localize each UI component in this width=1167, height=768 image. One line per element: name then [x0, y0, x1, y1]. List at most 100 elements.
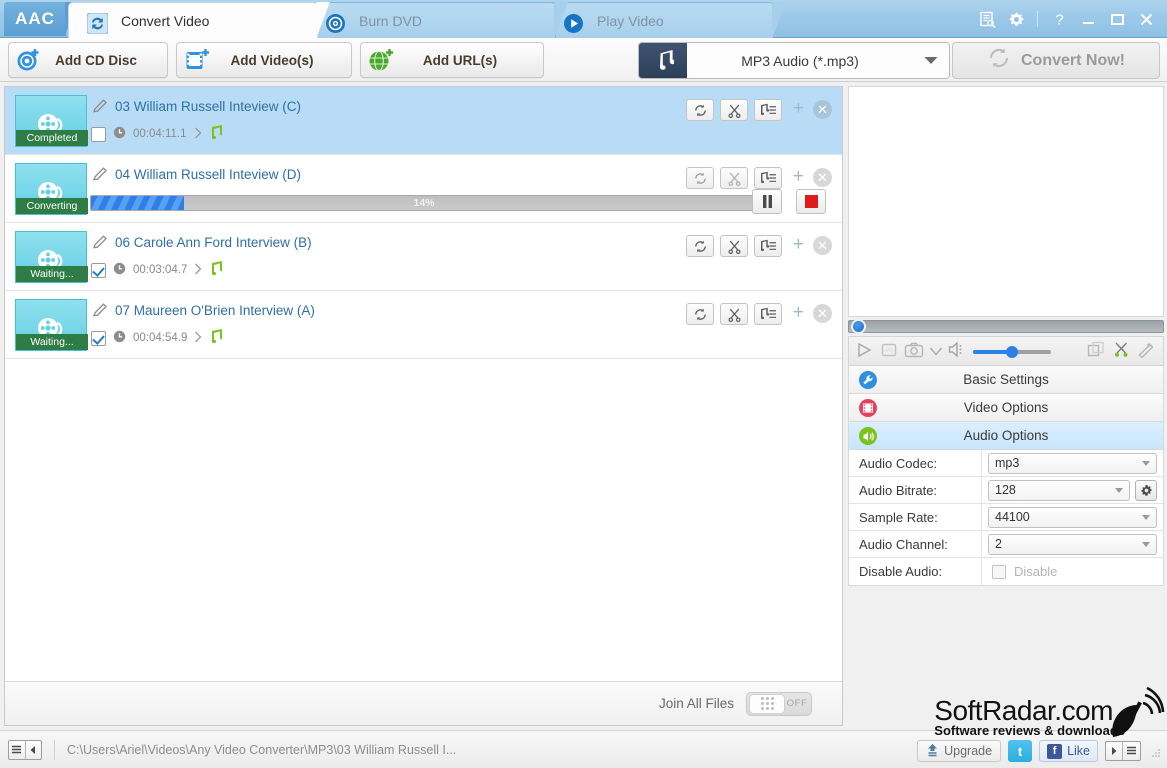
edit-pencil-icon[interactable]	[93, 235, 109, 252]
add-row-icon[interactable]: +	[793, 303, 804, 322]
close-button[interactable]	[1133, 7, 1159, 31]
table-row[interactable]: Completed 03 William Russell Inteview (C…	[5, 87, 842, 155]
file-name[interactable]: 04 William Russell Inteview (D)	[115, 167, 301, 182]
table-row[interactable]: Converting 04 William Russell Inteview (…	[5, 155, 842, 223]
edit-pencil-icon[interactable]	[93, 99, 109, 116]
playlist-icon[interactable]	[754, 99, 782, 121]
list-lines-icon[interactable]	[1123, 742, 1140, 760]
tab-label: Burn DVD	[359, 13, 423, 29]
refresh-icon[interactable]	[686, 99, 714, 121]
tab-convert-video[interactable]: Convert Video	[68, 2, 330, 39]
scissors-icon[interactable]	[720, 167, 748, 189]
option-control: 2	[982, 533, 1163, 555]
clock-icon	[113, 330, 126, 346]
list-view-toggle[interactable]	[8, 739, 42, 760]
video-preview[interactable]	[848, 86, 1164, 317]
effects-wand-icon[interactable]	[1137, 341, 1156, 361]
file-checkbox[interactable]	[91, 262, 106, 278]
twitter-button[interactable]: t	[1008, 740, 1033, 762]
file-name[interactable]: 03 William Russell Inteview (C)	[115, 99, 301, 114]
stop-icon[interactable]	[880, 342, 898, 361]
remove-row-icon[interactable]: ✕	[813, 100, 832, 119]
playlist-icon[interactable]	[754, 167, 782, 189]
table-row[interactable]: Waiting... 06 Carole Ann Ford Interview …	[5, 223, 842, 291]
edit-pencil-icon[interactable]	[93, 167, 109, 184]
maximize-button[interactable]	[1104, 7, 1130, 31]
scissors-icon[interactable]	[720, 235, 748, 257]
audio-codec-select[interactable]: mp3	[988, 452, 1157, 474]
section-audio-options[interactable]: Audio Options	[848, 422, 1164, 450]
audio-channel-select[interactable]: 2	[988, 533, 1157, 555]
edit-pencil-icon[interactable]	[93, 303, 109, 320]
file-name[interactable]: 07 Maureen O'Brien Interview (A)	[115, 303, 315, 318]
task-list-icon[interactable]	[974, 7, 1000, 31]
chevron-down-icon[interactable]	[913, 43, 949, 78]
add-row-icon[interactable]: +	[793, 235, 804, 254]
output-format-selector[interactable]: MP3 Audio (*.mp3)	[638, 42, 950, 79]
select-value: 44100	[995, 510, 1030, 524]
snapshot-dropdown-icon[interactable]	[929, 344, 943, 359]
status-badge: Completed	[16, 130, 88, 146]
upgrade-button[interactable]: Upgrade	[917, 740, 1002, 762]
conversion-progress-bar: 14%	[90, 195, 758, 211]
remove-row-icon[interactable]: ✕	[813, 236, 832, 255]
settings-gear-icon[interactable]	[1003, 7, 1029, 31]
add-urls-button[interactable]: Add URL(s)	[360, 42, 544, 78]
refresh-icon[interactable]	[686, 235, 714, 257]
panel-toggle-buttons[interactable]	[1105, 741, 1141, 761]
convert-now-button[interactable]: Convert Now!	[952, 42, 1160, 79]
list-lines-icon[interactable]	[9, 740, 26, 759]
refresh-icon[interactable]	[686, 303, 714, 325]
table-row[interactable]: Waiting... 07 Maureen O'Brien Interview …	[5, 291, 842, 359]
tab-burn-dvd[interactable]: Burn DVD	[306, 2, 568, 39]
clip-scissors-icon[interactable]	[1112, 341, 1131, 361]
scissors-icon[interactable]	[720, 99, 748, 121]
grip-dots-icon	[760, 697, 774, 710]
sample-rate-select[interactable]: 44100	[988, 506, 1157, 528]
disable-audio-checkbox[interactable]	[992, 564, 1006, 579]
option-label: Audio Channel:	[849, 530, 982, 558]
chevron-down-icon	[1142, 514, 1150, 520]
scissors-icon[interactable]	[720, 303, 748, 325]
volume-slider[interactable]	[973, 345, 1051, 358]
remove-row-icon[interactable]: ✕	[813, 168, 832, 187]
film-plus-icon	[177, 47, 217, 73]
tab-play-video[interactable]: Play Video	[544, 2, 786, 39]
help-button[interactable]: ?	[1046, 7, 1072, 31]
add-cd-disc-button[interactable]: Add CD Disc	[8, 42, 168, 78]
facebook-like-button[interactable]: f Like	[1039, 740, 1098, 762]
add-row-icon[interactable]: +	[793, 99, 804, 118]
snapshot-camera-icon[interactable]	[904, 342, 924, 361]
speaker-icon[interactable]	[948, 341, 967, 361]
status-badge: Waiting...	[16, 266, 88, 282]
section-basic-settings[interactable]: Basic Settings	[848, 366, 1164, 394]
volume-handle[interactable]	[1006, 346, 1018, 358]
file-duration: 00:03:04.7	[133, 264, 188, 276]
seek-handle[interactable]	[851, 319, 866, 334]
remove-row-icon[interactable]: ✕	[813, 304, 832, 323]
playlist-icon[interactable]	[754, 235, 782, 257]
stop-button[interactable]	[796, 189, 826, 214]
join-all-files-toggle[interactable]: OFF	[746, 691, 812, 716]
satellite-dish-icon	[1107, 686, 1165, 744]
section-video-options[interactable]: Video Options	[848, 394, 1164, 422]
add-row-icon[interactable]: +	[793, 167, 804, 186]
chevron-right-icon	[194, 263, 202, 278]
audio-bitrate-select[interactable]: 128	[988, 479, 1130, 501]
file-checkbox[interactable]	[91, 330, 106, 346]
refresh-icon[interactable]	[686, 167, 714, 189]
expand-right-icon[interactable]	[1106, 742, 1123, 760]
play-icon[interactable]	[856, 342, 874, 361]
windows-copy-icon[interactable]	[1087, 341, 1106, 361]
playlist-icon[interactable]	[754, 303, 782, 325]
bitrate-settings-gear-icon[interactable]	[1135, 479, 1157, 501]
add-videos-button[interactable]: Add Video(s)	[176, 42, 352, 78]
file-name[interactable]: 06 Carole Ann Ford Interview (B)	[115, 235, 312, 250]
file-checkbox[interactable]	[91, 126, 106, 142]
output-path[interactable]: C:\Users\Ariel\Videos\Any Video Converte…	[67, 743, 456, 757]
seek-bar[interactable]	[848, 319, 1164, 334]
collapse-left-icon[interactable]	[26, 741, 42, 759]
resize-grip-icon[interactable]	[1151, 746, 1161, 757]
minimize-button[interactable]	[1075, 7, 1101, 31]
pause-button[interactable]	[752, 189, 782, 214]
